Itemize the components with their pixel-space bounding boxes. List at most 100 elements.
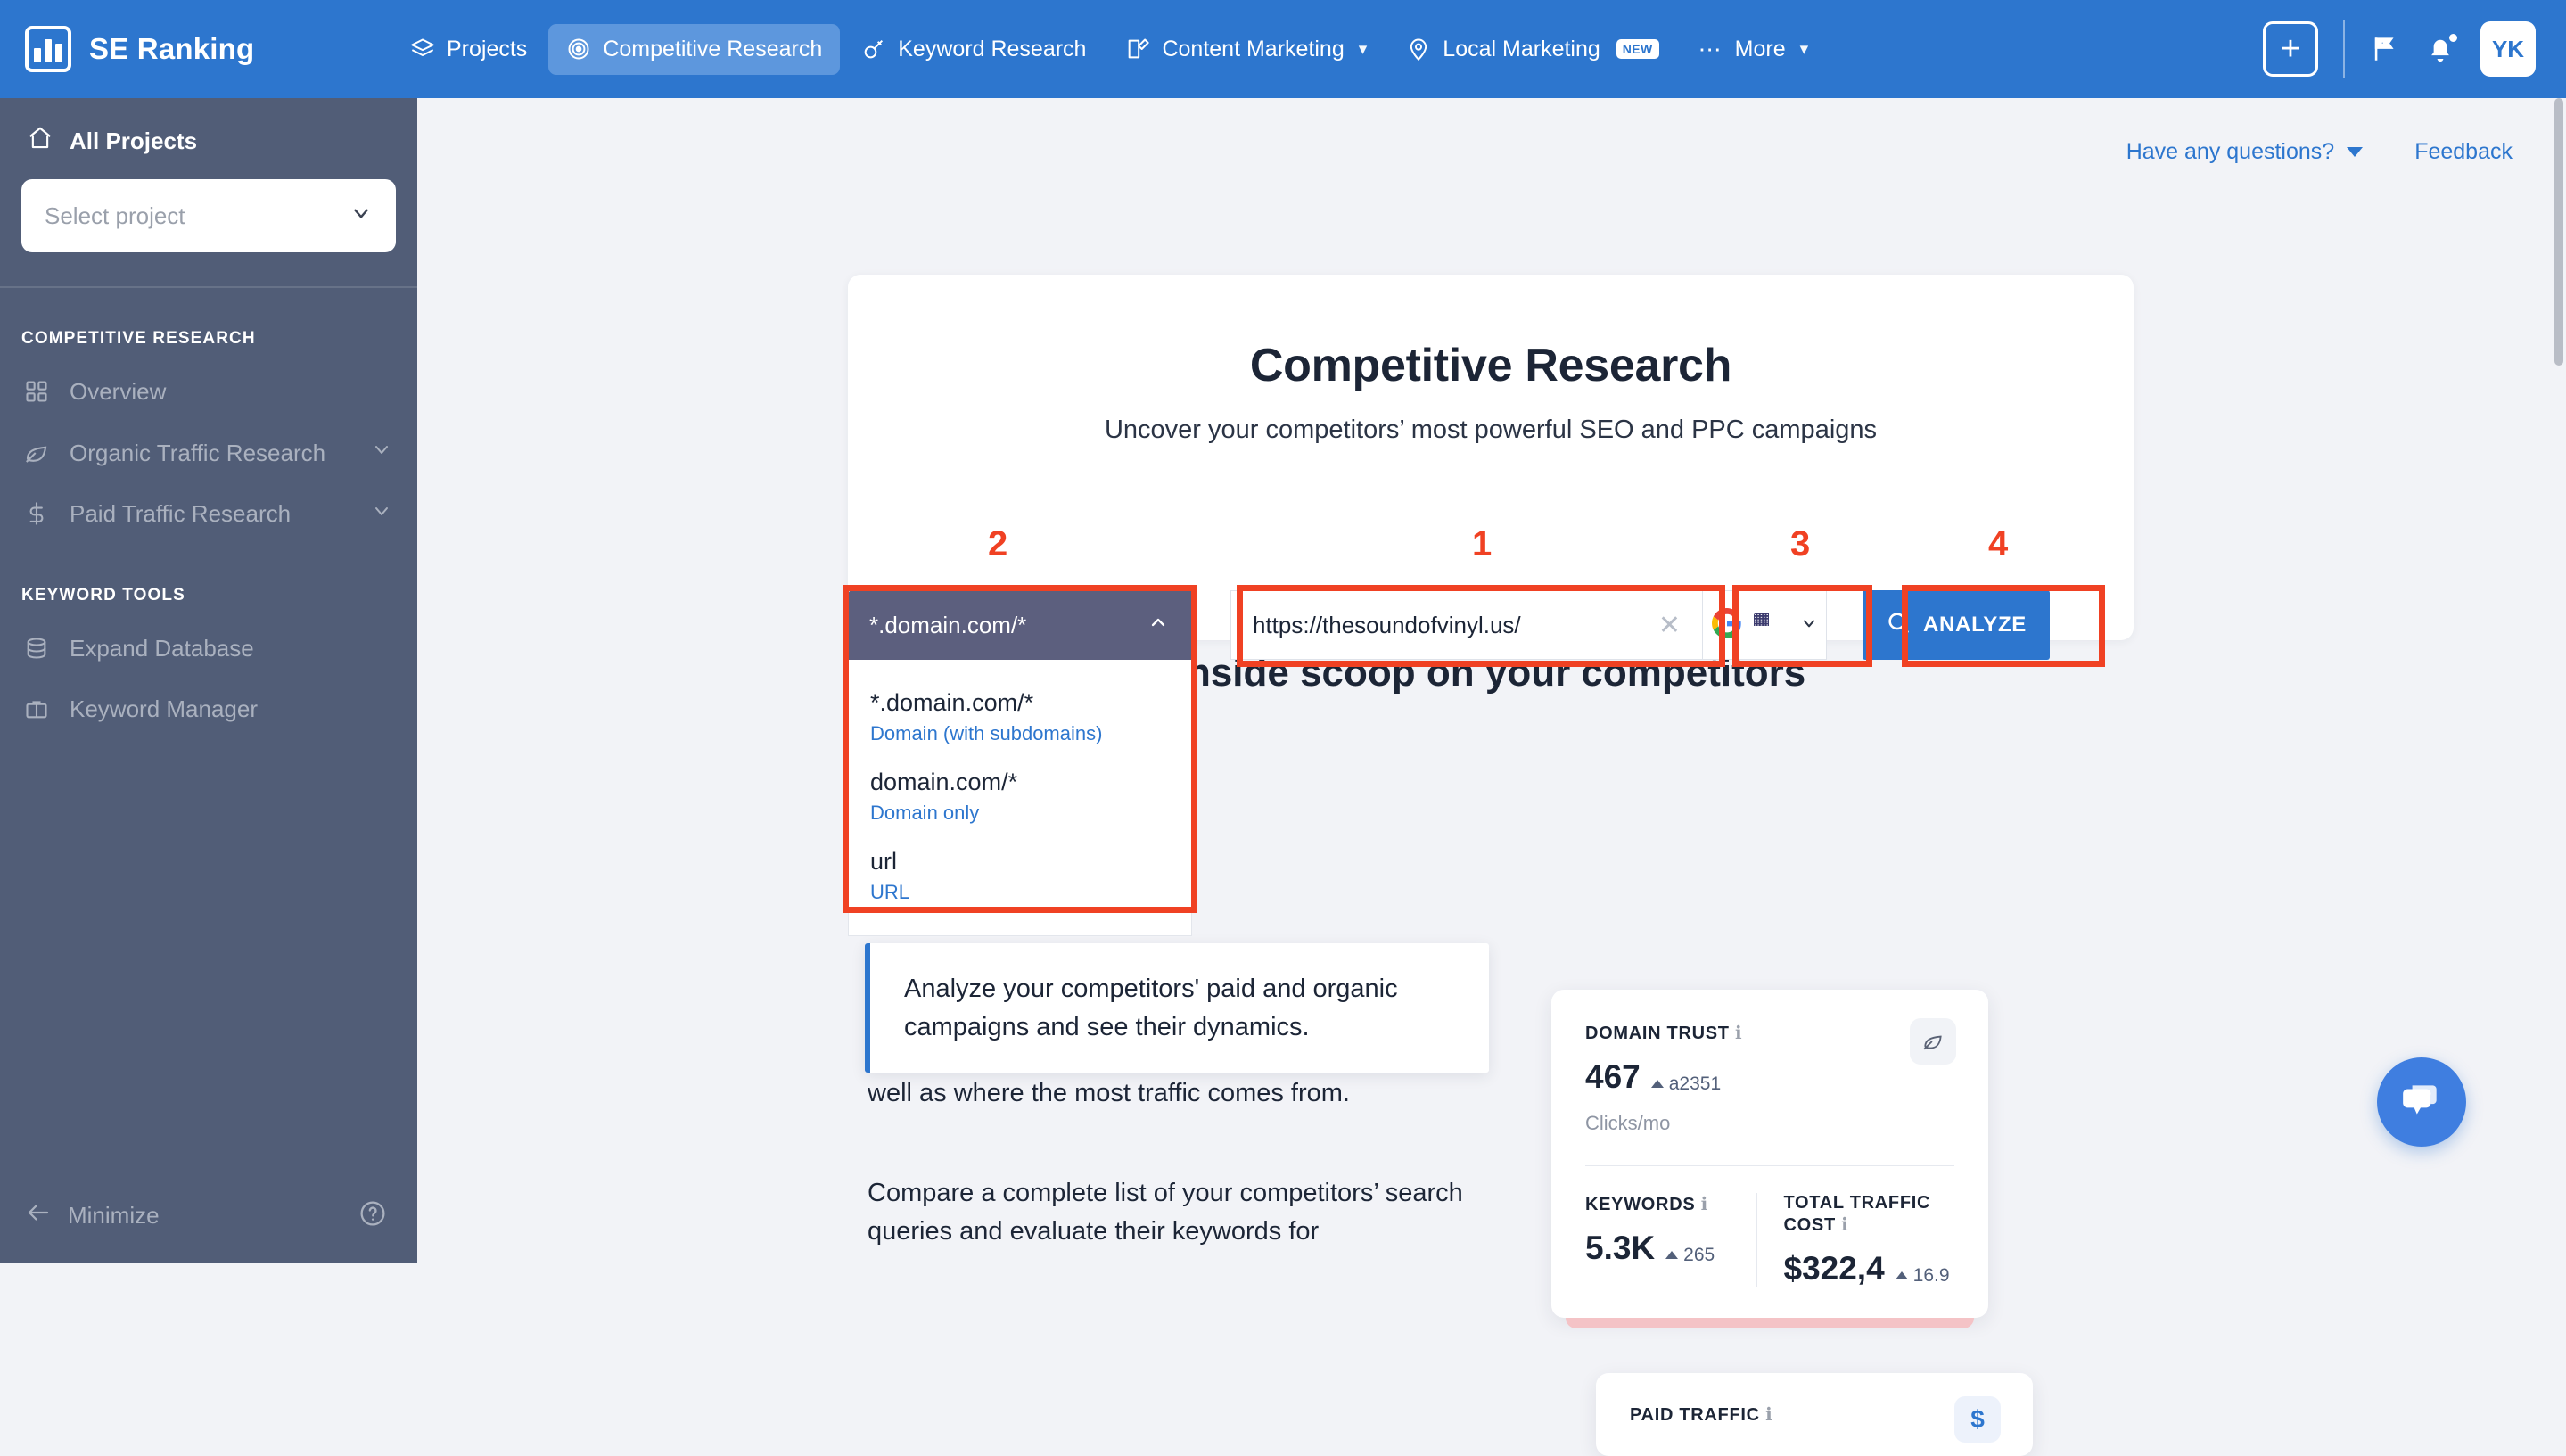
hero-card: Competitive Research Uncover your compet… bbox=[848, 275, 2134, 640]
sidebar-item-label: Paid Traffic Research bbox=[70, 500, 292, 527]
minimize-button[interactable]: Minimize bbox=[25, 1199, 160, 1232]
option-description: URL bbox=[870, 881, 910, 903]
help-circle-icon[interactable] bbox=[358, 1199, 387, 1232]
search-bar: *.domain.com/* *.domain.com/* Domain (wi… bbox=[848, 590, 2050, 936]
google-icon bbox=[1711, 607, 1742, 643]
sidebar-item-label: Organic Traffic Research bbox=[70, 439, 326, 466]
nav-item-local-marketing[interactable]: Local Marketing NEW bbox=[1388, 24, 1676, 75]
keywords-value: 5.3K bbox=[1585, 1230, 1656, 1266]
chevron-down-icon: ▾ bbox=[1358, 39, 1368, 59]
nav-right-actions: + YK bbox=[2263, 20, 2566, 78]
nav-label: More bbox=[1734, 36, 1786, 62]
search-mode-option-domain-only[interactable]: domain.com/* Domain only bbox=[849, 757, 1191, 836]
info-icon[interactable]: ℹ bbox=[1735, 1024, 1742, 1043]
domain-trust-sub: Clicks/mo bbox=[1585, 1112, 1671, 1134]
notification-dot bbox=[2447, 31, 2460, 45]
search-engine-selector[interactable] bbox=[1703, 590, 1827, 660]
chat-button[interactable] bbox=[2377, 1057, 2466, 1147]
info-icon[interactable]: ℹ bbox=[1701, 1195, 1708, 1214]
keywords-value-row: 5.3K 265 bbox=[1585, 1230, 1756, 1267]
sidebar-item-overview[interactable]: Overview bbox=[0, 361, 417, 423]
sidebar-section-title-competitive-research: COMPETITIVE RESEARCH bbox=[21, 329, 256, 348]
info-icon[interactable]: ℹ bbox=[1765, 1405, 1772, 1425]
sidebar-item-all-projects[interactable]: All Projects bbox=[0, 98, 417, 169]
chevron-up-icon bbox=[1147, 612, 1169, 639]
flag-icon[interactable] bbox=[2370, 34, 2400, 64]
domain-trust-card: DOMAIN TRUST ℹ 467 a2351 Clicks/mo KEYWO… bbox=[1551, 990, 1988, 1328]
sidebar-item-label: Overview bbox=[70, 378, 167, 405]
briefcase-icon bbox=[21, 696, 52, 721]
stat-label-text: PAID TRAFFIC bbox=[1630, 1405, 1760, 1425]
delta-text: 16.9 bbox=[1912, 1264, 1950, 1286]
sidebar-item-paid-traffic-research[interactable]: Paid Traffic Research bbox=[0, 483, 417, 545]
total-traffic-cost-value: $322,4 bbox=[1783, 1250, 1885, 1287]
nav-item-content-marketing[interactable]: Content Marketing ▾ bbox=[1107, 24, 1385, 75]
search-mode-options-list: *.domain.com/* Domain (with subdomains) … bbox=[848, 660, 1192, 936]
info-icon[interactable]: ℹ bbox=[1841, 1215, 1848, 1235]
database-icon bbox=[21, 636, 52, 661]
annotation-number-2: 2 bbox=[988, 524, 1008, 563]
main-content: Have any questions? Feedback Competitive… bbox=[417, 98, 2566, 1456]
caret-up-icon bbox=[1895, 1271, 1908, 1279]
nav-item-competitive-research[interactable]: Competitive Research bbox=[548, 23, 841, 75]
chevron-down-icon bbox=[371, 500, 392, 528]
scrollbar-thumb[interactable] bbox=[2554, 98, 2563, 366]
search-mode-toggle[interactable]: *.domain.com/* bbox=[848, 590, 1192, 660]
bell-icon[interactable] bbox=[2425, 31, 2460, 64]
stats-cards: DOMAIN TRUST ℹ 467 a2351 Clicks/mo KEYWO… bbox=[1516, 990, 2345, 1456]
dollar-icon bbox=[21, 501, 52, 526]
nav-label: Competitive Research bbox=[603, 36, 823, 62]
feedback-link[interactable]: Feedback bbox=[2414, 139, 2513, 165]
paid-traffic-label: PAID TRAFFIC ℹ bbox=[1630, 1403, 1999, 1426]
chat-bubble-icon bbox=[2399, 1078, 2444, 1127]
leaf-icon bbox=[21, 440, 52, 466]
search-icon bbox=[1886, 610, 1911, 641]
search-mode-option-domain-with-subdomains[interactable]: *.domain.com/* Domain (with subdomains) bbox=[849, 678, 1191, 757]
leaf-icon bbox=[1910, 1018, 1956, 1065]
analyze-button[interactable]: ANALYZE bbox=[1863, 590, 2050, 660]
domain-trust-delta: a2351 bbox=[1650, 1073, 1721, 1095]
nav-label: Content Marketing bbox=[1162, 36, 1345, 62]
option-description: Domain (with subdomains) bbox=[870, 722, 1103, 744]
domain-trust-value: 467 bbox=[1585, 1058, 1641, 1095]
total-traffic-cost-delta: 16.9 bbox=[1895, 1264, 1950, 1287]
ellipsis-icon: ⋯ bbox=[1698, 36, 1723, 62]
nav-item-projects[interactable]: Projects bbox=[392, 24, 545, 75]
project-select-value: Select project bbox=[45, 202, 185, 229]
page-title: Competitive Research bbox=[1249, 340, 1732, 391]
caret-up-icon bbox=[1665, 1251, 1679, 1259]
have-questions-label: Have any questions? bbox=[2126, 138, 2335, 164]
have-questions-link[interactable]: Have any questions? bbox=[2126, 138, 2364, 165]
add-button[interactable]: + bbox=[2263, 21, 2318, 77]
search-mode-option-url[interactable]: url URL bbox=[849, 836, 1191, 916]
sidebar-item-expand-database[interactable]: Expand Database bbox=[0, 618, 417, 679]
avatar[interactable]: YK bbox=[2480, 21, 2536, 77]
bar-chart-logo-icon bbox=[25, 26, 71, 72]
annotation-number-3: 3 bbox=[1790, 524, 1811, 563]
sidebar-item-organic-traffic-research[interactable]: Organic Traffic Research bbox=[0, 423, 417, 484]
sidebar-item-keyword-manager[interactable]: Keyword Manager bbox=[0, 679, 417, 740]
page-scrollbar[interactable] bbox=[2552, 98, 2566, 1263]
search-mode-dropdown: *.domain.com/* *.domain.com/* Domain (wi… bbox=[848, 590, 1192, 936]
project-select[interactable]: Select project bbox=[21, 179, 396, 252]
chevron-down-icon: ▾ bbox=[1799, 39, 1809, 59]
close-icon[interactable]: ✕ bbox=[1648, 610, 1681, 641]
nav-item-keyword-research[interactable]: Keyword Research bbox=[843, 24, 1104, 75]
nav-label: Keyword Research bbox=[898, 36, 1087, 62]
page-subtitle: Uncover your competitors’ most powerful … bbox=[1104, 415, 1878, 444]
search-input[interactable] bbox=[1253, 611, 1648, 639]
stat-label-text: DOMAIN TRUST bbox=[1585, 1024, 1730, 1043]
sidebar-item-label: Expand Database bbox=[70, 634, 254, 662]
nav-item-more[interactable]: ⋯ More ▾ bbox=[1681, 24, 1827, 75]
key-icon bbox=[861, 37, 886, 62]
edit-square-icon bbox=[1125, 37, 1150, 62]
sidebar-all-projects-label: All Projects bbox=[70, 128, 198, 154]
search-input-wrapper[interactable]: ✕ bbox=[1230, 590, 1703, 660]
keywords-stat: KEYWORDS ℹ 5.3K 265 bbox=[1585, 1193, 1756, 1287]
new-badge: NEW bbox=[1616, 39, 1659, 59]
brand-logo-area[interactable]: SE Ranking bbox=[0, 26, 392, 72]
layers-icon bbox=[410, 37, 435, 62]
search-mode-selected-value: *.domain.com/* bbox=[869, 611, 1027, 638]
option-value: url bbox=[870, 848, 898, 875]
chevron-down-icon bbox=[371, 439, 392, 466]
